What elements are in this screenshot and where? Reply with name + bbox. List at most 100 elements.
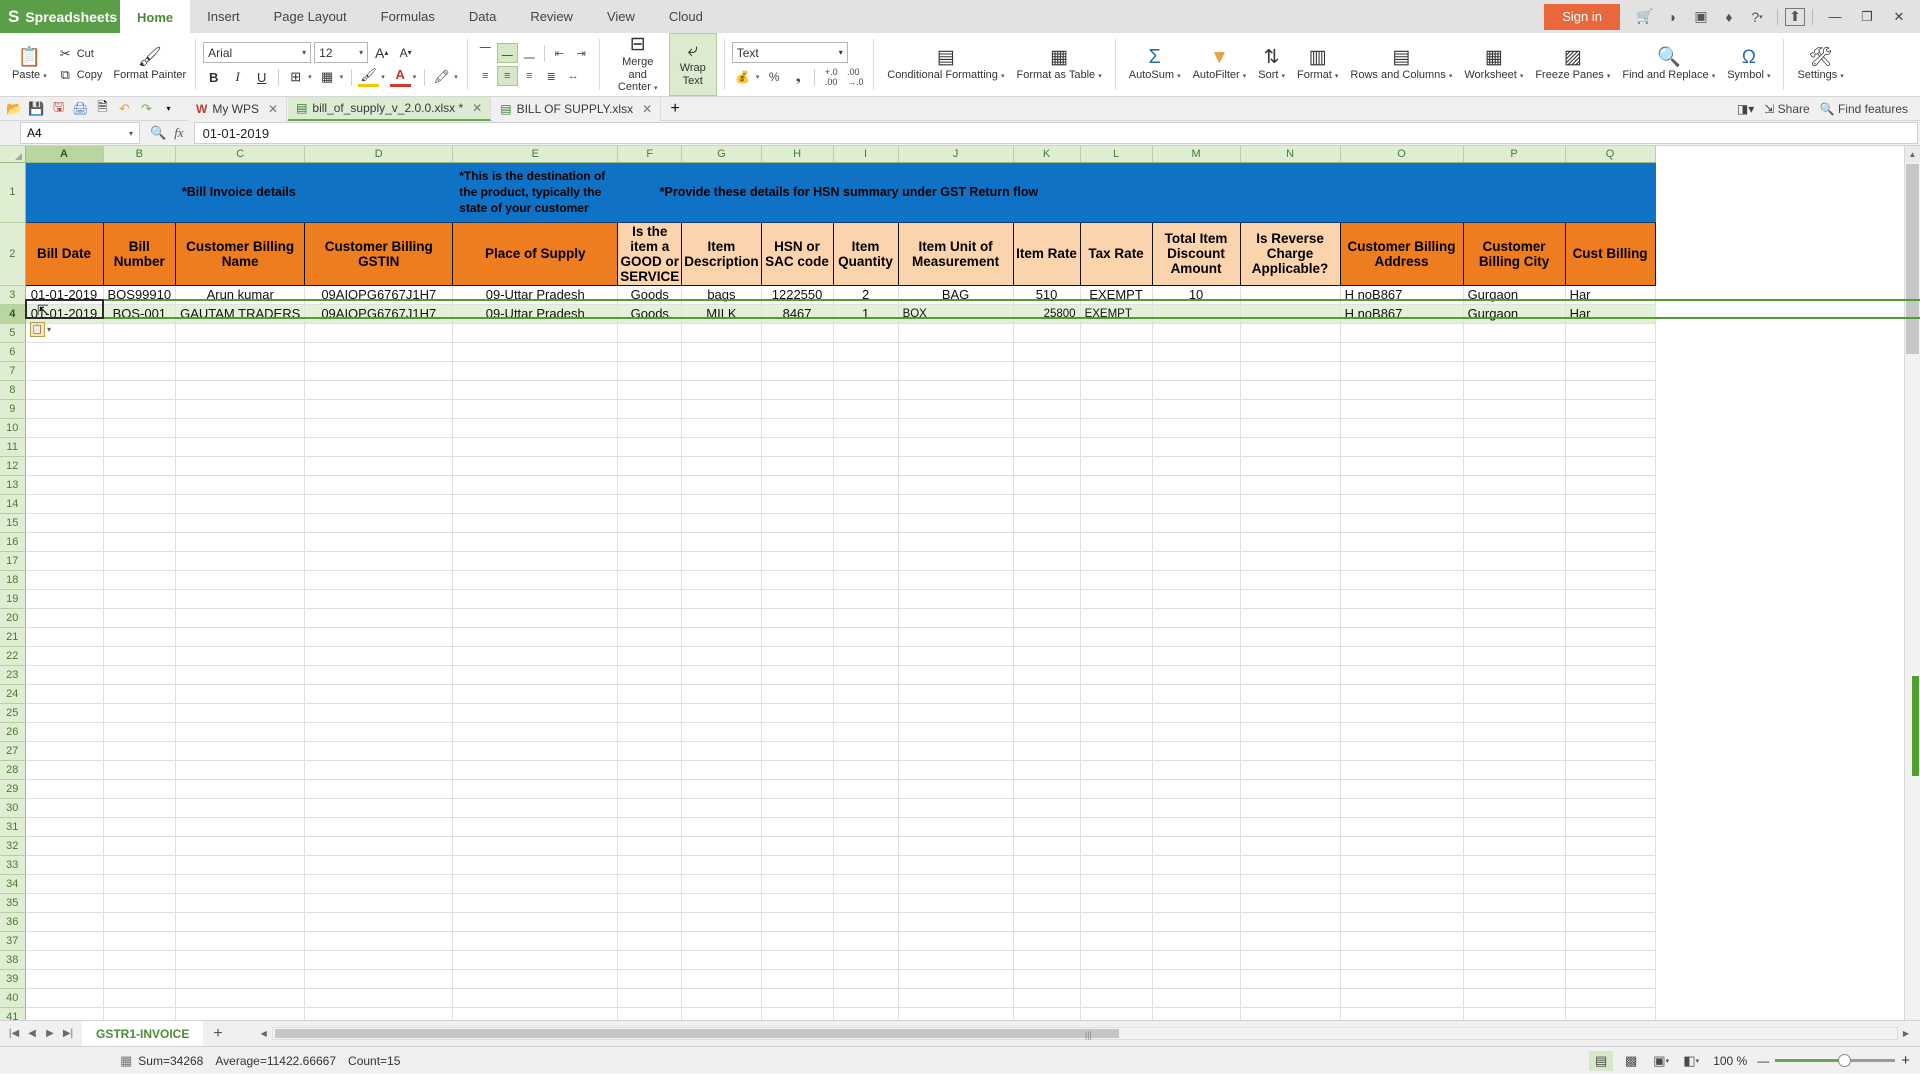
cell-N33[interactable] (1240, 855, 1341, 875)
cell-A37[interactable] (25, 931, 104, 951)
cell-H26[interactable] (761, 722, 834, 742)
cell-H6[interactable] (761, 342, 834, 362)
cell-H32[interactable] (761, 836, 834, 856)
cell-J36[interactable] (898, 912, 1014, 932)
horizontal-scroll-thumb[interactable] (274, 1029, 1120, 1038)
row-header-41[interactable]: 41 (0, 1007, 26, 1020)
cell-N24[interactable] (1240, 684, 1341, 704)
cell-F25[interactable] (617, 703, 683, 723)
cell-B5[interactable] (103, 323, 177, 343)
cell-Q34[interactable] (1565, 874, 1656, 894)
cell-L3[interactable]: EXEMPT (1080, 285, 1153, 305)
worksheet-button[interactable]: ▦ Worksheet ▾ (1458, 33, 1529, 96)
border-style-caret-icon[interactable]: ▾ (338, 73, 346, 81)
cell-L4[interactable]: EXEMPT (1080, 304, 1153, 324)
cell-L11[interactable] (1080, 437, 1153, 457)
col-header-I[interactable]: I (833, 146, 899, 163)
cell-G37[interactable] (681, 931, 762, 951)
cell-C6[interactable] (175, 342, 306, 362)
cell-C25[interactable] (175, 703, 306, 723)
cell-O6[interactable] (1340, 342, 1464, 362)
row-header-6[interactable]: 6 (0, 342, 26, 362)
cell-P15[interactable] (1463, 513, 1566, 533)
cell-B4[interactable]: BOS-001 (103, 304, 177, 324)
cell-E22[interactable] (452, 646, 619, 666)
cell-M11[interactable] (1152, 437, 1241, 457)
cell-Q30[interactable] (1565, 798, 1656, 818)
cell-N23[interactable] (1240, 665, 1341, 685)
cell-Q21[interactable] (1565, 627, 1656, 647)
cell-A13[interactable] (25, 475, 104, 495)
cell-M40[interactable] (1152, 988, 1241, 1008)
row-header-1[interactable]: 1 (0, 162, 26, 223)
cell-G23[interactable] (681, 665, 762, 685)
cart-icon[interactable]: 🛒 (1632, 4, 1658, 30)
cell-F33[interactable] (617, 855, 683, 875)
grow-font-button[interactable]: A ▴ (371, 43, 392, 63)
cell-M18[interactable] (1152, 570, 1241, 590)
cell-N13[interactable] (1240, 475, 1341, 495)
cell-H13[interactable] (761, 475, 834, 495)
cell-G19[interactable] (681, 589, 762, 609)
copy-button[interactable]: ⧉ Copy (53, 65, 108, 85)
cell-B33[interactable] (103, 855, 177, 875)
cell-M24[interactable] (1152, 684, 1241, 704)
cell-E25[interactable] (452, 703, 619, 723)
autosum-button[interactable]: Σ AutoSum ▾ (1123, 33, 1187, 96)
cell-O31[interactable] (1340, 817, 1464, 837)
cell-L14[interactable] (1080, 494, 1153, 514)
cell-K13[interactable] (1013, 475, 1081, 495)
cell-G17[interactable] (681, 551, 762, 571)
cell-N20[interactable] (1240, 608, 1341, 628)
cell-I31[interactable] (833, 817, 899, 837)
cell-D5[interactable] (304, 323, 454, 343)
cell-K14[interactable] (1013, 494, 1081, 514)
cell-A8[interactable] (25, 380, 104, 400)
cell-F29[interactable] (617, 779, 683, 799)
cell-H35[interactable] (761, 893, 834, 913)
customize-caret-icon[interactable]: ▾ (158, 99, 179, 119)
cell-E17[interactable] (452, 551, 619, 571)
cell-F9[interactable] (617, 399, 683, 419)
cell-F3[interactable]: Goods (617, 285, 683, 305)
cell-L33[interactable] (1080, 855, 1153, 875)
cell-M9[interactable] (1152, 399, 1241, 419)
cell-D20[interactable] (304, 608, 454, 628)
cell-N16[interactable] (1240, 532, 1341, 552)
row-header-24[interactable]: 24 (0, 684, 26, 704)
cell-N21[interactable] (1240, 627, 1341, 647)
cell-G33[interactable] (681, 855, 762, 875)
cell-L39[interactable] (1080, 969, 1153, 989)
cell-C27[interactable] (175, 741, 306, 761)
cell-M31[interactable] (1152, 817, 1241, 837)
cell-N28[interactable] (1240, 760, 1341, 780)
cell-Q16[interactable] (1565, 532, 1656, 552)
orientation-icon[interactable]: ↔ (563, 66, 584, 86)
cell-I39[interactable] (833, 969, 899, 989)
cell-E13[interactable] (452, 475, 619, 495)
cell-J41[interactable] (898, 1007, 1014, 1020)
cell-N36[interactable] (1240, 912, 1341, 932)
cell-D39[interactable] (304, 969, 454, 989)
cell-O30[interactable] (1340, 798, 1464, 818)
cell-L30[interactable] (1080, 798, 1153, 818)
cell-D15[interactable] (304, 513, 454, 533)
row-header-23[interactable]: 23 (0, 665, 26, 685)
cell-K26[interactable] (1013, 722, 1081, 742)
cell-A29[interactable] (25, 779, 104, 799)
cell-O5[interactable] (1340, 323, 1464, 343)
cell-Q3[interactable]: Har (1565, 285, 1656, 305)
close-icon[interactable]: ✕ (472, 101, 482, 115)
cell-F41[interactable] (617, 1007, 683, 1020)
cell-N40[interactable] (1240, 988, 1341, 1008)
cell-B23[interactable] (103, 665, 177, 685)
cell-P9[interactable] (1463, 399, 1566, 419)
cell-P5[interactable] (1463, 323, 1566, 343)
cell-B40[interactable] (103, 988, 177, 1008)
cell-I30[interactable] (833, 798, 899, 818)
sign-in-button[interactable]: Sign in (1544, 3, 1620, 30)
cell-L35[interactable] (1080, 893, 1153, 913)
cell-L36[interactable] (1080, 912, 1153, 932)
row-header-25[interactable]: 25 (0, 703, 26, 723)
row-header-30[interactable]: 30 (0, 798, 26, 818)
